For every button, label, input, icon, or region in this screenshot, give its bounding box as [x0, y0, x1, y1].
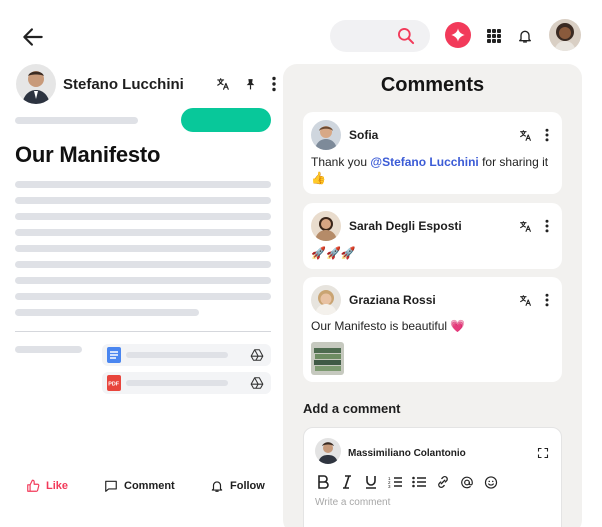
link-icon[interactable]: [436, 474, 450, 490]
comment-tools: [519, 293, 550, 307]
comment-text: Thank you @Stefano Lucchini for sharing …: [311, 155, 549, 185]
follow-button[interactable]: Follow: [210, 479, 265, 493]
translate-icon[interactable]: [216, 77, 230, 91]
follow-pill-button[interactable]: [181, 108, 271, 132]
translate-icon[interactable]: [519, 294, 532, 307]
more-vertical-icon[interactable]: [544, 293, 550, 307]
comment-icon: [105, 480, 117, 492]
body-line: [15, 197, 271, 204]
comment-text: Our Manifesto is beautiful 💗: [311, 319, 466, 333]
divider: [15, 331, 271, 332]
comments-title: Comments: [380, 74, 485, 96]
expand-icon[interactable]: [537, 447, 549, 459]
back-arrow-icon[interactable]: [20, 24, 46, 50]
post-title: Our Manifesto: [15, 142, 161, 167]
comment-card: Graziana Rossi Our Manifesto is beautifu…: [303, 277, 562, 382]
google-drive-icon[interactable]: [250, 348, 264, 362]
comment-editor: Massimiliano Colantonio 123 Write a comm…: [303, 427, 562, 527]
attachment-doc[interactable]: [102, 344, 271, 366]
comment-image-thumbnail[interactable]: [311, 342, 344, 375]
commenter-avatar[interactable]: [311, 211, 341, 241]
svg-text:PDF: PDF: [108, 382, 119, 388]
body-line: [15, 261, 271, 268]
body-line: [15, 277, 271, 284]
editor-user-name: Massimiliano Colantonio: [348, 448, 466, 459]
add-comment-title: Add a comment: [303, 401, 401, 416]
search-box[interactable]: [330, 20, 430, 52]
body-line: [15, 229, 271, 236]
body-line: [15, 309, 199, 316]
translate-icon[interactable]: [519, 220, 532, 233]
comment-card: Sofia Thank you @Stefano Lucchini for sh…: [303, 112, 562, 194]
comment-tools: [519, 219, 550, 233]
at-icon[interactable]: [460, 474, 474, 490]
commenter-name[interactable]: Graziana Rossi: [349, 293, 436, 307]
svg-text:3: 3: [388, 484, 391, 489]
search-icon[interactable]: [396, 26, 416, 46]
bold-icon[interactable]: [316, 474, 330, 490]
attachments-label-placeholder: [15, 346, 82, 353]
editor-user-avatar: [315, 438, 341, 464]
bell-icon: [211, 481, 223, 492]
like-button[interactable]: Like: [26, 479, 68, 493]
bullet-list-icon[interactable]: [412, 474, 426, 490]
sparkle-icon: [451, 28, 465, 42]
like-label: Like: [46, 480, 69, 492]
commenter-avatar[interactable]: [311, 285, 341, 315]
comment-text: 🚀🚀🚀: [311, 246, 356, 260]
comment-button[interactable]: Comment: [104, 479, 175, 493]
more-vertical-icon[interactable]: [544, 219, 550, 233]
underline-icon[interactable]: [364, 474, 378, 490]
commenter-avatar[interactable]: [311, 120, 341, 150]
author-avatar[interactable]: [16, 64, 56, 104]
attachment-pdf[interactable]: PDF: [102, 372, 271, 394]
italic-icon[interactable]: [340, 474, 354, 490]
post-tools: [216, 76, 277, 92]
ai-assistant-button[interactable]: [445, 22, 471, 48]
more-vertical-icon[interactable]: [271, 76, 277, 92]
google-drive-icon[interactable]: [250, 376, 264, 390]
comment-label: Comment: [124, 480, 175, 492]
follow-label: Follow: [230, 480, 265, 492]
emoji-icon[interactable]: [484, 474, 498, 490]
body-line: [15, 213, 271, 220]
formatting-toolbar: 123: [316, 474, 498, 490]
apps-grid-icon[interactable]: [487, 29, 501, 43]
ordered-list-icon[interactable]: 123: [388, 474, 402, 490]
body-line: [15, 181, 271, 188]
body-line: [15, 293, 271, 300]
pin-icon[interactable]: [244, 77, 257, 91]
pdf-icon: PDF: [107, 375, 121, 391]
commenter-name[interactable]: Sarah Degli Esposti: [349, 219, 462, 233]
google-docs-icon: [107, 347, 121, 363]
comment-tools: [519, 128, 550, 142]
body-line: [15, 245, 271, 252]
translate-icon[interactable]: [519, 129, 532, 142]
author-name[interactable]: Stefano Lucchini: [63, 76, 184, 93]
bell-icon[interactable]: [517, 27, 533, 45]
user-avatar[interactable]: [549, 19, 581, 51]
thumb-up-icon: [27, 479, 40, 492]
comment-input[interactable]: Write a comment: [315, 497, 390, 508]
more-vertical-icon[interactable]: [544, 128, 550, 142]
mention-link[interactable]: @Stefano Lucchini: [370, 155, 478, 169]
meta-placeholder: [15, 117, 138, 124]
comment-card: Sarah Degli Esposti 🚀🚀🚀: [303, 203, 562, 269]
commenter-name[interactable]: Sofia: [349, 128, 378, 142]
